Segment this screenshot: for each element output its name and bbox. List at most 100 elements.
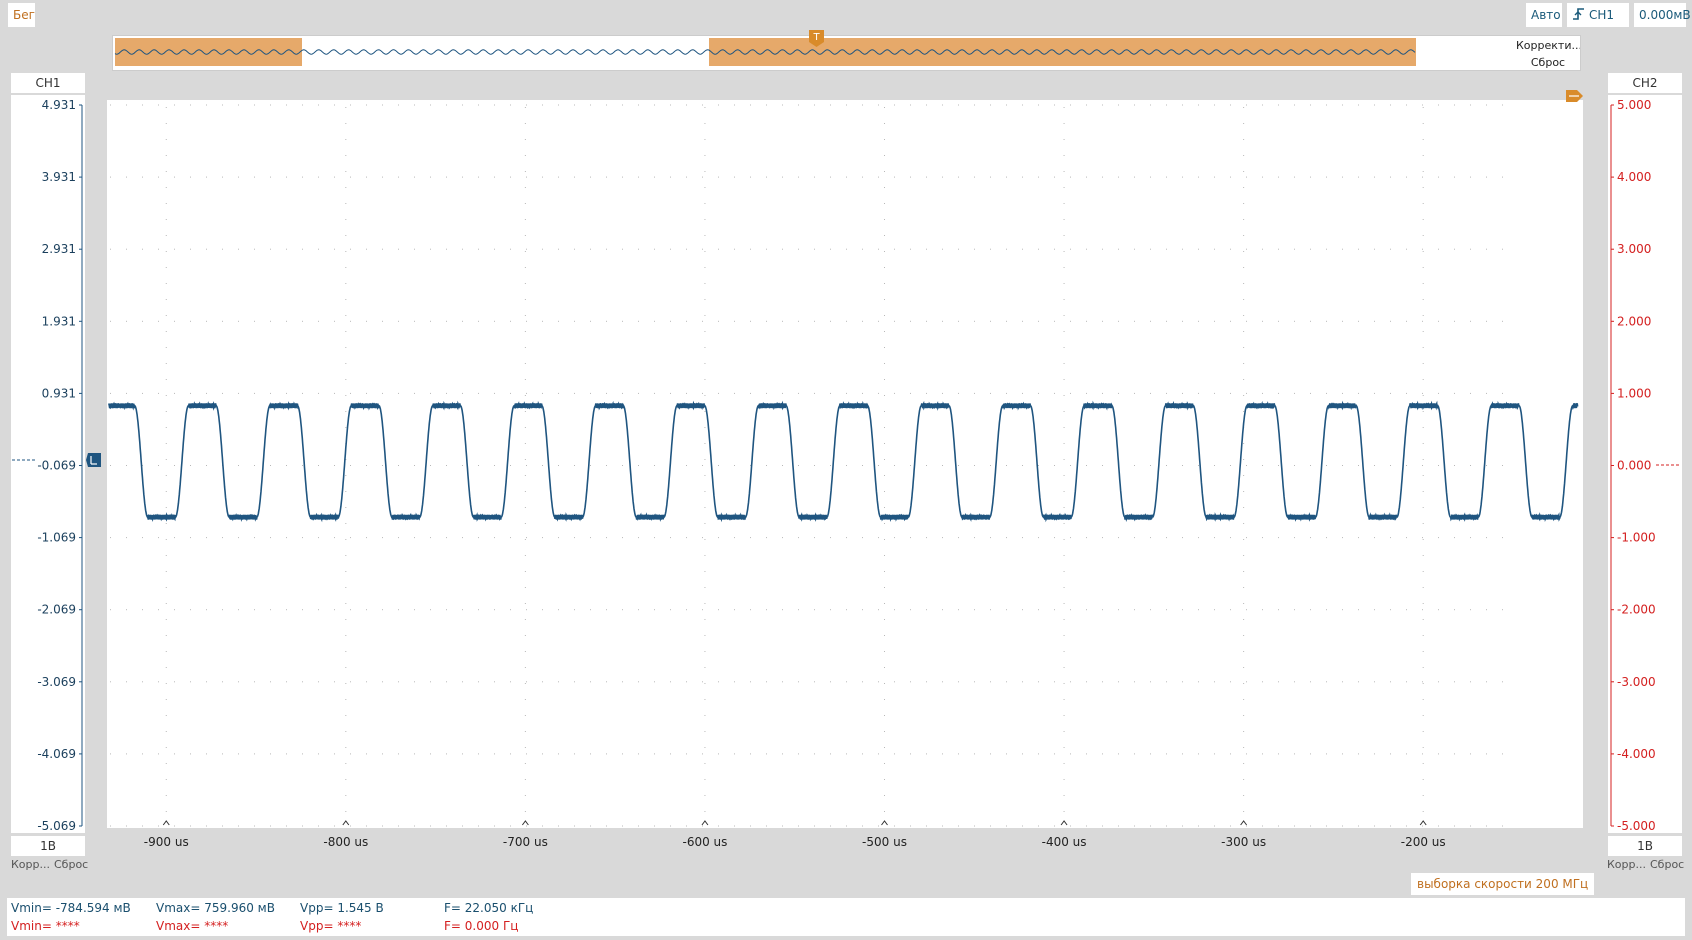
grid-dot [462,465,463,466]
grid-dot [942,392,943,394]
grid-dot [430,320,431,322]
grid-dot [1454,537,1455,539]
grid-dot [1342,176,1343,178]
grid-dot [1134,392,1135,394]
grid-dot [1038,465,1039,466]
grid-dot [1166,104,1167,106]
grid-dot [894,681,895,683]
grid-dot [574,104,575,106]
grid-dot [1063,235,1065,236]
grid-dot [165,507,167,508]
grid-dot [974,609,975,611]
grid-dot [704,651,706,652]
grid-dot [704,427,706,428]
ch1-scale[interactable]: 1В [11,836,85,856]
grid-dot [1502,320,1503,322]
grid-dot [878,681,879,683]
grid-dot [1262,104,1263,106]
grid-dot [558,681,559,683]
grid-dot [1390,176,1391,178]
grid-dot [165,667,167,668]
oscilloscope-display[interactable]: 4.931 3.931 2.931 1.931 0.931 -0.069 -1.069 -2.… [0,0,1692,870]
ch1-tick-label: -2.069 [37,603,76,617]
grid-dot [165,155,167,156]
grid-dot [670,609,671,611]
grid-dot [704,603,706,604]
grid-dot [238,609,239,611]
ch2-frequency: F= 0.000 Гц [444,919,519,933]
grid-dot [558,176,559,178]
grid-dot [254,537,255,539]
ch2-scale[interactable]: 1В [1608,836,1682,856]
grid-dot [478,465,479,466]
grid-dot [446,537,447,539]
grid-dot [1166,320,1167,322]
grid-dot [1422,219,1424,220]
grid-dot [398,176,399,178]
grid-dot [1150,609,1151,611]
grid-dot [526,392,527,394]
grid-dot [1230,248,1231,250]
grid-dot [1406,753,1407,755]
grid-dot [142,753,143,755]
grid-dot [1486,176,1487,178]
ch1-correct-button[interactable]: Корр... [11,858,50,871]
grid-dot [862,392,863,394]
grid-dot [165,475,167,476]
grid-dot [1054,609,1055,611]
grid-dot [1063,203,1065,204]
grid-dot [1198,465,1199,466]
grid-dot [704,507,706,508]
grid-dot [884,251,886,252]
grid-dot [1502,753,1503,755]
grid-dot [702,465,703,466]
grid-dot [174,609,175,611]
grid-dot [1326,681,1327,683]
grid-dot [884,683,886,684]
grid-dot [990,104,991,106]
grid-dot [1198,320,1199,322]
grid-dot [1243,123,1245,124]
grid-dot [1326,104,1327,106]
grid-dot [142,320,143,322]
ch1-reset-button[interactable]: Сброс [54,858,88,871]
grid-dot [958,104,959,106]
grid-dot [1063,315,1065,316]
grid-dot [1086,825,1087,827]
grid-dot [190,537,191,539]
grid-dot [958,753,959,755]
grid-dot [165,491,167,492]
grid-dot [206,609,207,611]
grid-dot [1502,248,1503,250]
grid-dot [1102,320,1103,322]
grid-dot [942,320,943,322]
grid-dot [1198,537,1199,539]
grid-dot [894,248,895,250]
grid-dot [318,537,319,539]
grid-dot [270,104,271,106]
trigger-position-marker[interactable]: T [809,30,824,47]
grid-dot [1063,507,1065,508]
grid-dot [878,392,879,394]
grid-dot [110,320,111,322]
grid-dot [1243,475,1245,476]
grid-dot [1243,299,1245,300]
grid-dot [1243,107,1245,108]
grid-dot [884,619,886,620]
grid-dot [798,609,799,611]
grid-dot [974,537,975,539]
ch2-reset-button[interactable]: Сброс [1650,858,1684,871]
grid-dot [990,320,991,322]
grid-dot [1006,392,1007,394]
ch2-correct-button[interactable]: Корр... [1607,858,1646,871]
grid-dot [638,609,639,611]
grid-dot [638,753,639,755]
grid-dot [1118,176,1119,178]
grid-dot [1486,320,1487,322]
grid-dot [1342,465,1343,466]
grid-dot [1310,753,1311,755]
grid-dot [878,176,879,178]
grid-dot [574,537,575,539]
grid-dot [1243,795,1245,796]
grid-dot [238,465,239,466]
